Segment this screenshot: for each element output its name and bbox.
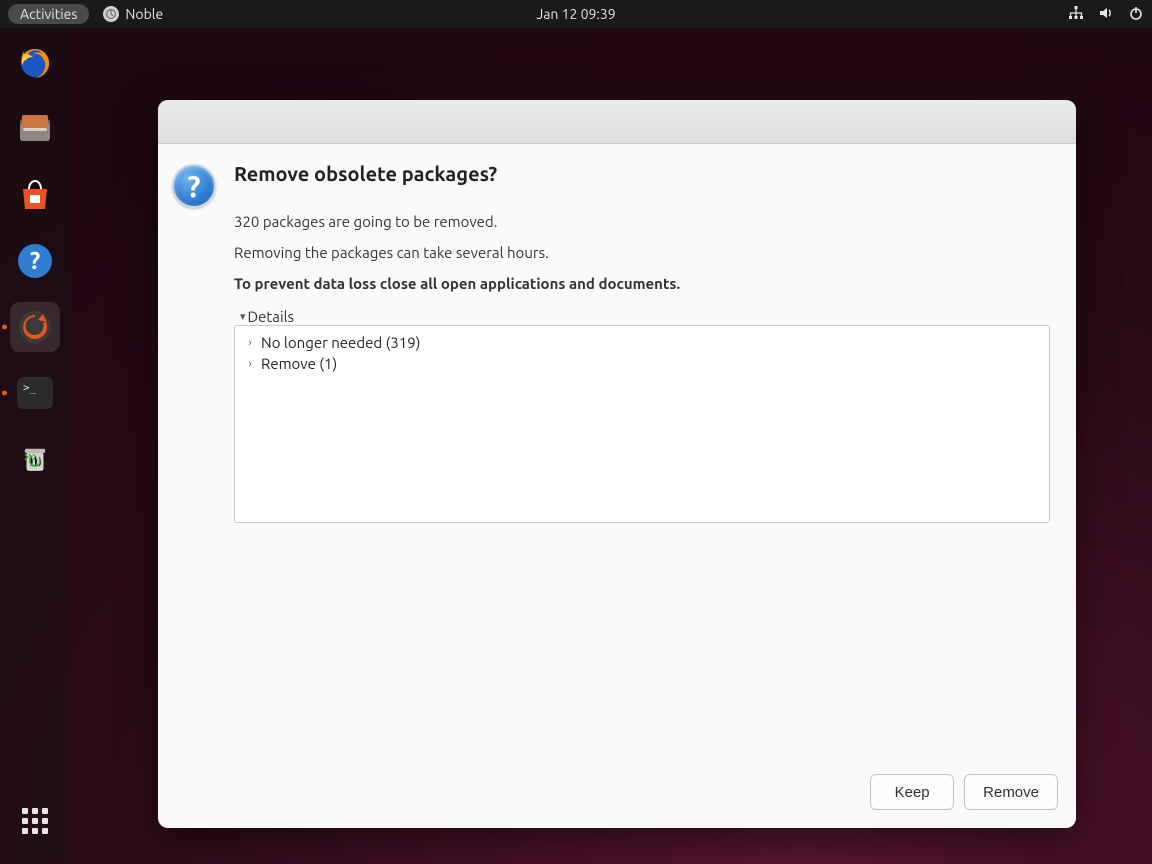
dock-firefox[interactable]: [10, 38, 60, 88]
show-apps-button[interactable]: [10, 796, 60, 846]
dock-terminal[interactable]: >_: [10, 368, 60, 418]
dialog-icon-col: ?: [172, 162, 220, 760]
dialog-message-1: 320 packages are going to be removed.: [234, 213, 1050, 230]
dock: ? >_: [0, 28, 70, 864]
tree-label: No longer needed (319): [261, 334, 420, 351]
network-icon[interactable]: [1068, 5, 1084, 24]
help-icon: ?: [15, 241, 55, 281]
trash-icon: [15, 439, 55, 479]
dock-software-updater[interactable]: [10, 302, 60, 352]
activities-button[interactable]: Activities: [8, 4, 89, 24]
dock-trash[interactable]: [10, 434, 60, 484]
dialog-button-row: Keep Remove: [158, 760, 1076, 828]
dialog-window: ? Remove obsolete packages? 320 packages…: [158, 100, 1076, 828]
dialog-warning: To prevent data loss close all open appl…: [234, 275, 1050, 292]
chevron-right-icon: ›: [245, 358, 255, 370]
details-tree[interactable]: › No longer needed (319) › Remove (1): [234, 325, 1050, 523]
question-icon: ?: [172, 164, 216, 208]
app-menu[interactable]: Noble: [103, 6, 163, 22]
chevron-right-icon: ›: [245, 337, 255, 349]
dialog-message-2: Removing the packages can take several h…: [234, 244, 1050, 261]
chevron-down-icon: ▾: [240, 310, 246, 323]
files-icon: [15, 109, 55, 149]
software-store-icon: [15, 175, 55, 215]
app-menu-label: Noble: [125, 6, 163, 22]
dialog-heading: Remove obsolete packages?: [234, 162, 1050, 185]
system-status-area[interactable]: [1068, 5, 1144, 24]
dialog-content: Remove obsolete packages? 320 packages a…: [234, 162, 1050, 760]
tree-row-no-longer-needed[interactable]: › No longer needed (319): [235, 332, 1049, 353]
tree-row-remove[interactable]: › Remove (1): [235, 353, 1049, 374]
keep-button[interactable]: Keep: [870, 774, 954, 810]
apps-grid-icon: [22, 808, 48, 834]
clock[interactable]: Jan 12 09:39: [536, 6, 615, 22]
tree-label: Remove (1): [261, 355, 337, 372]
details-expander[interactable]: ▾ Details: [240, 308, 1050, 325]
updater-icon: [15, 307, 55, 347]
dock-software[interactable]: [10, 170, 60, 220]
dock-help[interactable]: ?: [10, 236, 60, 286]
top-panel-left: Activities Noble: [8, 4, 163, 24]
power-icon[interactable]: [1128, 5, 1144, 24]
remove-button[interactable]: Remove: [964, 774, 1058, 810]
dialog-titlebar[interactable]: [158, 100, 1076, 144]
volume-icon[interactable]: [1098, 5, 1114, 24]
terminal-icon: >_: [17, 377, 53, 409]
firefox-icon: [15, 43, 55, 83]
app-menu-icon: [103, 6, 119, 22]
dialog-body: ? Remove obsolete packages? 320 packages…: [158, 144, 1076, 760]
svg-text:?: ?: [30, 247, 41, 274]
details-label: Details: [248, 308, 295, 325]
dock-files[interactable]: [10, 104, 60, 154]
svg-text:>_: >_: [23, 381, 37, 394]
top-panel: Activities Noble Jan 12 09:39: [0, 0, 1152, 28]
